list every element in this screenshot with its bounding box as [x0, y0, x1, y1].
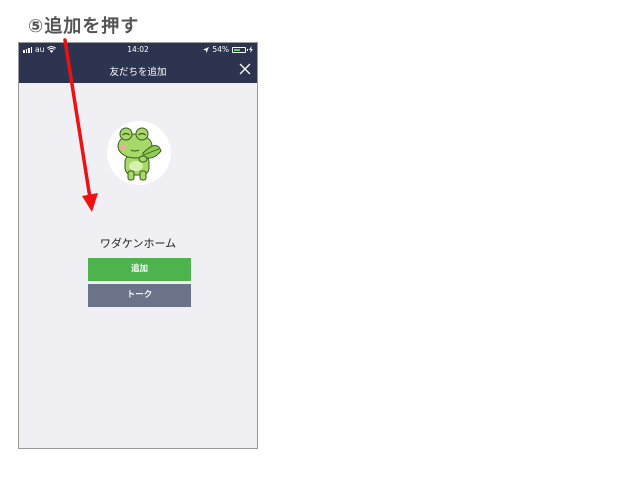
profile-name: ワダケンホーム: [99, 237, 177, 250]
navigation-bar: 友だちを追加: [19, 56, 257, 83]
charging-bolt-icon: [249, 46, 253, 53]
phone-screen: au 14:02 54% 友だちを追加 ワダケンホーム 追加 トーク: [18, 42, 258, 449]
frog-character-icon: [117, 127, 162, 181]
battery-percent: 54%: [212, 45, 229, 54]
step-instruction-label: ⑤追加を押す: [28, 16, 140, 37]
close-icon[interactable]: [238, 62, 252, 76]
profile-avatar: [107, 121, 171, 185]
status-bar: au 14:02 54%: [19, 43, 257, 56]
location-arrow-icon: [203, 46, 210, 53]
battery-icon: [232, 46, 248, 53]
profile-content: ワダケンホーム 追加 トーク: [19, 83, 257, 448]
talk-button[interactable]: トーク: [88, 284, 191, 307]
status-right: 54%: [203, 45, 253, 54]
page-title: 友だちを追加: [109, 67, 167, 78]
add-friend-button[interactable]: 追加: [88, 258, 191, 281]
